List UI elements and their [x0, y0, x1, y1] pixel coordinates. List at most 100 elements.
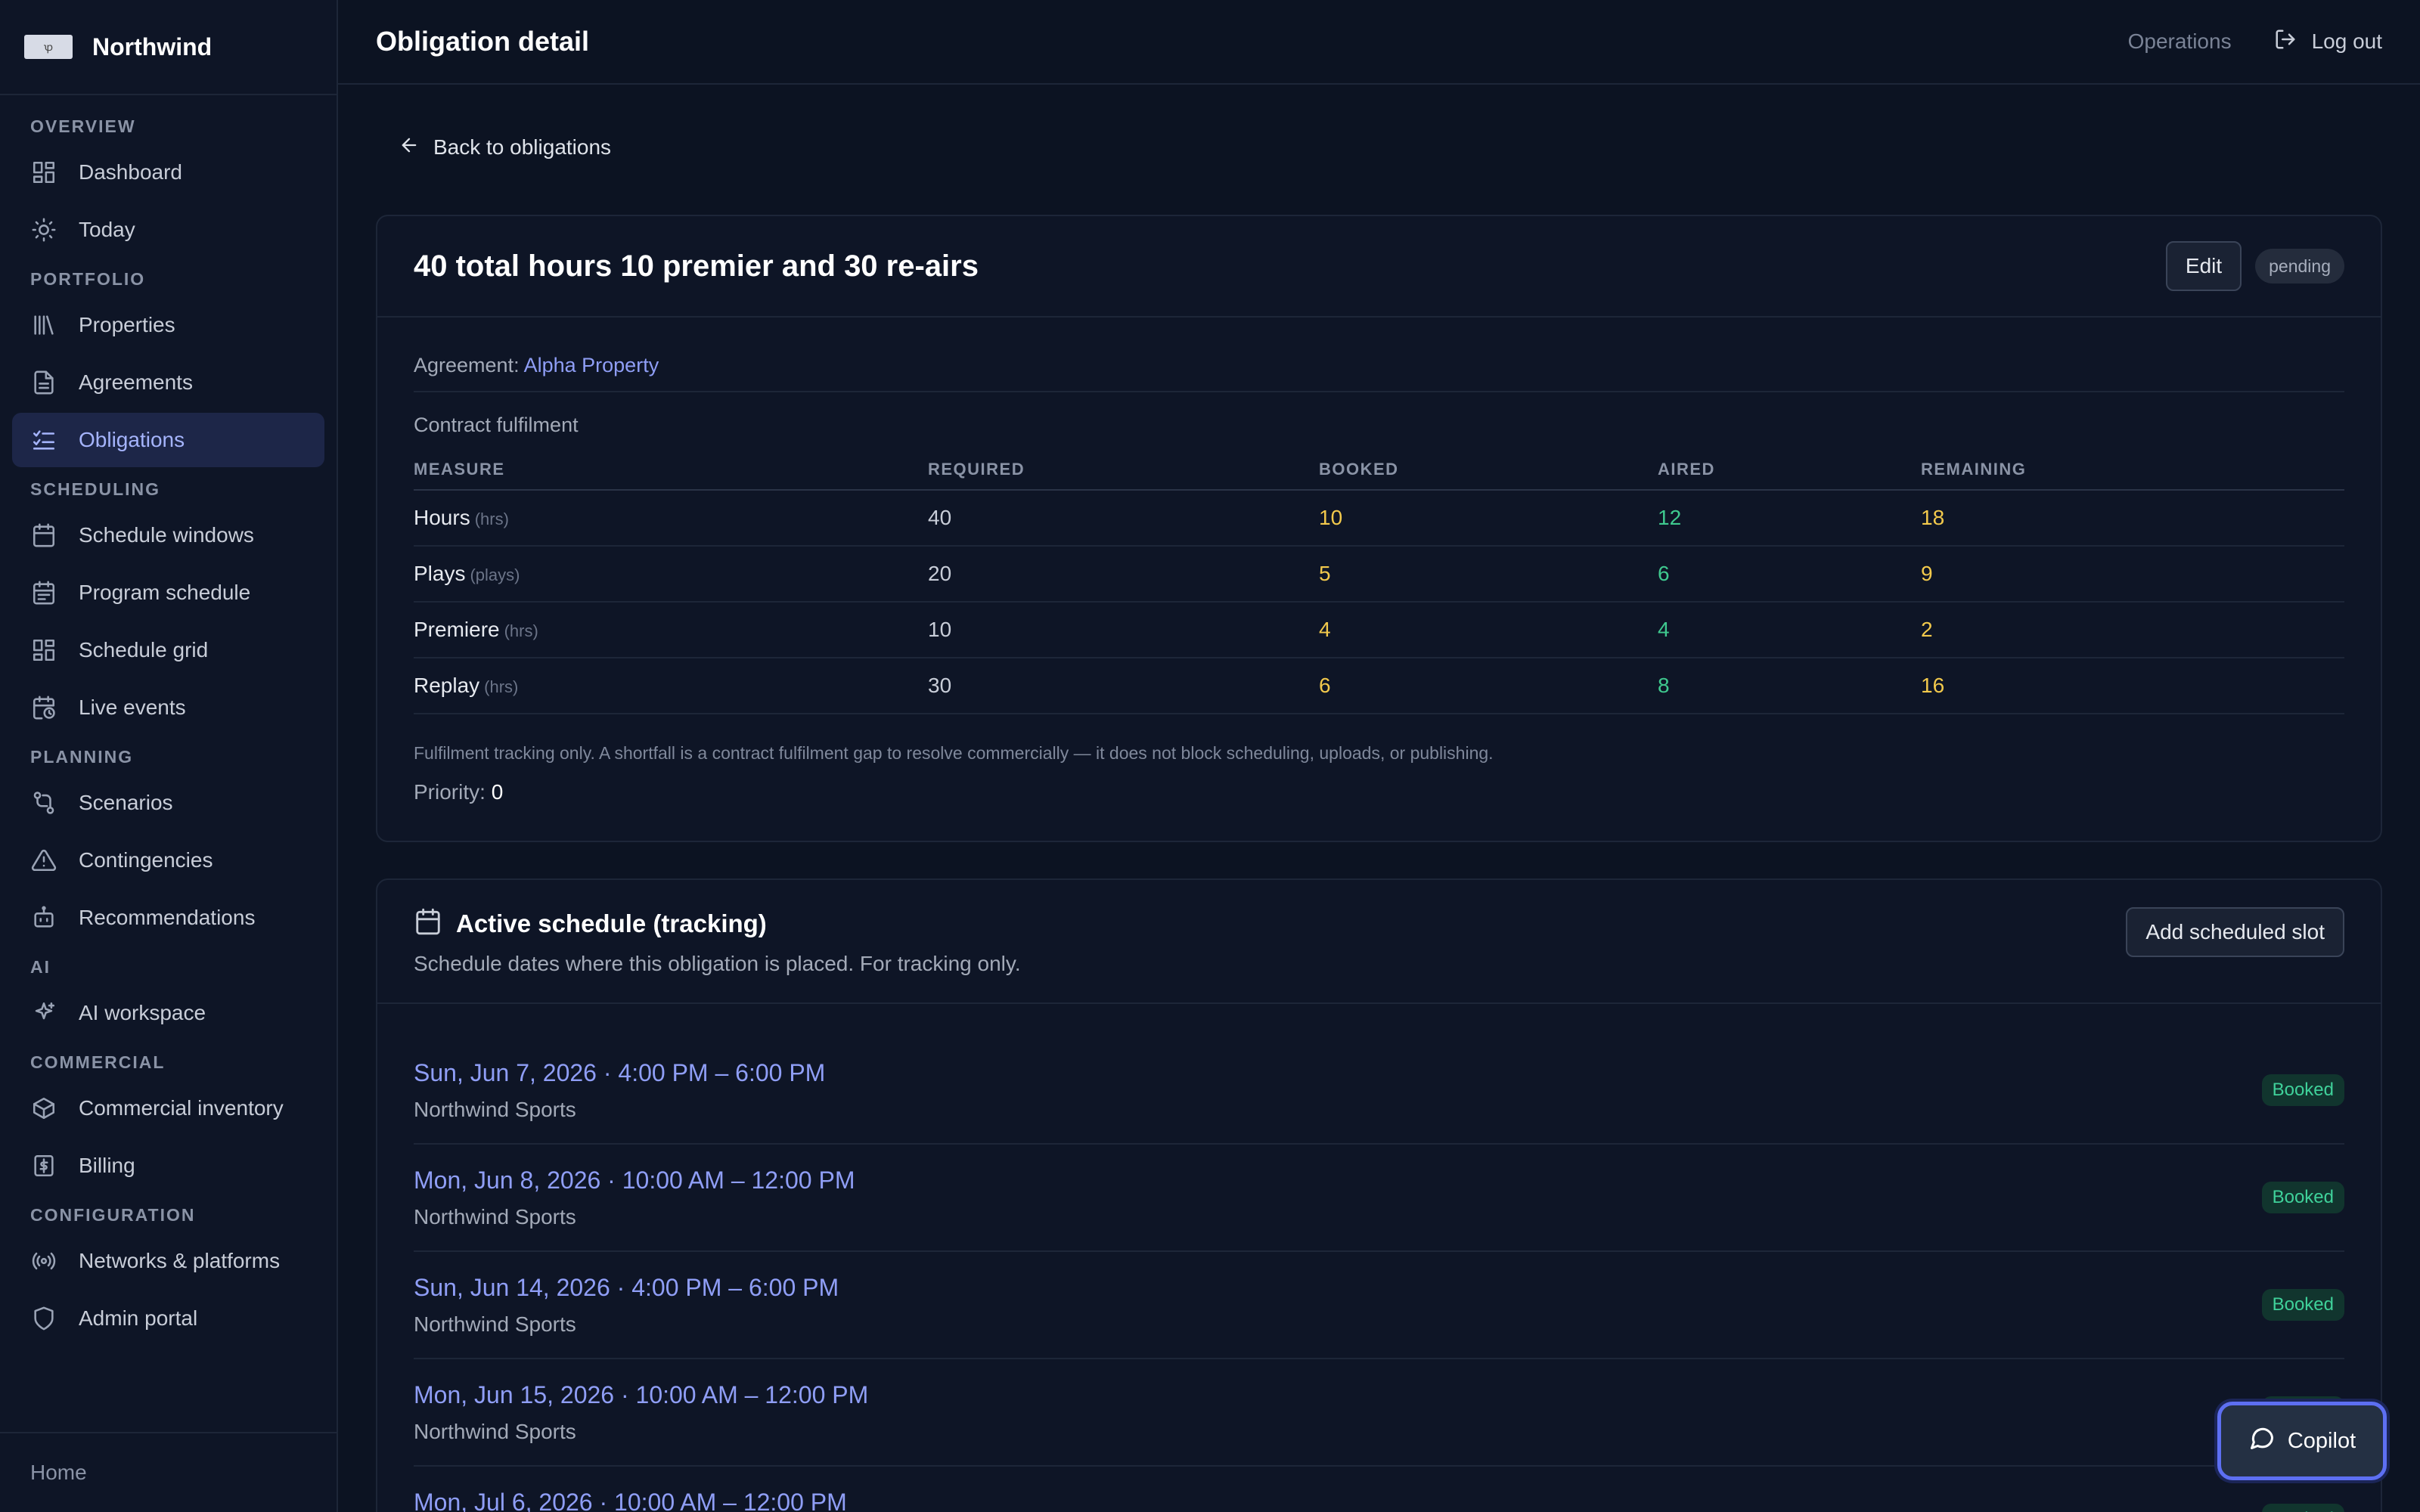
sidebar-item-label: Live events	[79, 696, 186, 719]
list-item[interactable]: Sun, Jun 7, 2026 · 4:00 PM – 6:00 PM Nort…	[414, 1037, 2344, 1145]
agreement-label: Agreement:	[414, 354, 520, 376]
sidebar-item-recommendations[interactable]: Recommendations	[12, 891, 324, 945]
package-icon	[30, 1095, 57, 1122]
sidebar-item-schedule-windows[interactable]: Schedule windows	[12, 508, 324, 562]
logo-icon: ꝕ	[24, 35, 73, 59]
slot-network: Northwind Sports	[414, 1204, 576, 1228]
sidebar-item-label: Contingencies	[79, 848, 213, 872]
nav-section-overview: OVERVIEW	[30, 116, 136, 136]
list-item[interactable]: Mon, Jun 8, 2026 · 10:00 AM – 12:00 PM No…	[414, 1145, 2344, 1252]
sidebar-item-networks-platforms[interactable]: Networks & platforms	[12, 1234, 324, 1288]
slot-datetime-link[interactable]: Mon, Jun 15, 2026 · 10:00 AM – 12:00 PM	[414, 1381, 868, 1409]
sidebar-item-label: Agreements	[79, 370, 193, 394]
cell-booked: 6	[1319, 658, 1658, 714]
sidebar-item-properties[interactable]: Properties	[12, 298, 324, 352]
fulfilment-table: MEASURE REQUIRED BOOKED AIRED REMAINING …	[414, 449, 2344, 714]
copilot-label: Copilot	[2287, 1428, 2356, 1453]
sidebar-item-program-schedule[interactable]: Program schedule	[12, 565, 324, 620]
schedule-card: Active schedule (tracking) Schedule date…	[376, 878, 2382, 1512]
slot-network: Northwind Sports	[414, 1097, 576, 1121]
cell-booked: 10	[1319, 490, 1658, 547]
schedule-subtitle: Schedule dates where this obligation is …	[414, 952, 1021, 975]
list-item[interactable]: Mon, Jun 15, 2026 · 10:00 AM – 12:00 PM N…	[414, 1359, 2344, 1467]
slot-datetime-link[interactable]: Mon, Jun 8, 2026 · 10:00 AM – 12:00 PM	[414, 1167, 855, 1194]
table-row: Premiere (hrs) 10 4 4 2	[414, 602, 2344, 658]
edit-button[interactable]: Edit	[2165, 241, 2242, 291]
page-title: Obligation detail	[376, 26, 590, 57]
col-measure: MEASURE	[414, 449, 928, 491]
cell-aired: 6	[1658, 546, 1921, 603]
slot-network: Northwind Sports	[414, 1312, 576, 1336]
document-icon	[30, 369, 57, 396]
sidebar-item-commercial-inventory[interactable]: Commercial inventory	[12, 1081, 324, 1136]
fulfilment-note: Fulfilment tracking only. A shortfall is…	[414, 743, 1494, 763]
arrow-left-icon	[399, 135, 420, 161]
nav-section-planning: PLANNING	[30, 746, 134, 767]
back-to-obligations-link[interactable]: Back to obligations	[376, 129, 2382, 166]
measure-name: Premiere	[414, 618, 500, 641]
calendar-list-icon	[30, 579, 57, 606]
sidebar-item-live-events[interactable]: Live events	[12, 680, 324, 735]
sidebar-item-label: AI workspace	[79, 1001, 206, 1024]
measure-unit: (hrs)	[484, 677, 519, 696]
sidebar-item-dashboard[interactable]: Dashboard	[12, 145, 324, 200]
status-badge: Booked	[2261, 1074, 2344, 1106]
list-item[interactable]: Mon, Jul 6, 2026 · 10:00 AM – 12:00 PMNo…	[414, 1467, 2344, 1512]
cell-measure: Hours (hrs)	[414, 490, 928, 547]
back-label: Back to obligations	[433, 135, 612, 159]
sidebar-item-agreements[interactable]: Agreements	[12, 355, 324, 410]
brand[interactable]: ꝕ Northwind	[0, 0, 337, 95]
logout-label: Log out	[2311, 29, 2382, 53]
table-row: Replay (hrs) 30 6 8 16	[414, 658, 2344, 714]
priority-row: Priority: 0	[414, 780, 2344, 804]
copilot-button[interactable]: Copilot	[2217, 1402, 2387, 1480]
sparkles-icon	[30, 999, 57, 1027]
status-badge: Booked	[2261, 1504, 2344, 1512]
cell-required: 40	[928, 490, 1319, 547]
status-badge: Booked	[2261, 1289, 2344, 1321]
sidebar-item-label: Schedule grid	[79, 638, 209, 662]
measure-name: Hours	[414, 506, 470, 529]
shield-icon	[30, 1305, 57, 1332]
obligation-card: 40 total hours 10 premier and 30 re-airs…	[376, 215, 2382, 842]
sidebar-item-billing[interactable]: Billing	[12, 1139, 324, 1193]
operations-link[interactable]: Operations	[2128, 29, 2232, 54]
calendar-icon	[414, 907, 442, 940]
priority-label: Priority:	[414, 780, 486, 804]
nav-section-commercial: COMMERCIAL	[30, 1052, 166, 1072]
sidebar-item-label: Today	[79, 218, 135, 241]
status-badge: pending	[2255, 249, 2344, 284]
slot-network: Northwind Sports	[414, 1419, 576, 1443]
cell-remaining: 16	[1921, 658, 2344, 714]
slot-datetime-link[interactable]: Sun, Jun 14, 2026 · 4:00 PM – 6:00 PM	[414, 1274, 839, 1302]
list-item[interactable]: Sun, Jun 14, 2026 · 4:00 PM – 6:00 PM Nor…	[414, 1252, 2344, 1359]
priority-value: 0	[491, 780, 504, 804]
bot-icon	[30, 904, 57, 931]
logout-icon	[2274, 28, 2297, 56]
sidebar-item-label: Program schedule	[79, 581, 251, 604]
logout-button[interactable]: Log out	[2274, 28, 2382, 56]
sidebar-item-obligations[interactable]: Obligations	[12, 413, 324, 467]
add-scheduled-slot-button[interactable]: Add scheduled slot	[2126, 907, 2344, 957]
slot-datetime-link[interactable]: Mon, Jul 6, 2026 · 10:00 AM – 12:00 PM	[414, 1489, 847, 1512]
sidebar-item-contingencies[interactable]: Contingencies	[12, 833, 324, 888]
obligation-title: 40 total hours 10 premier and 30 re-airs	[414, 249, 979, 283]
measure-name: Plays	[414, 562, 466, 585]
measure-name: Replay	[414, 674, 480, 697]
sidebar-item-admin-portal[interactable]: Admin portal	[12, 1291, 324, 1346]
cell-remaining: 18	[1921, 490, 2344, 547]
grid-icon	[30, 637, 57, 664]
sidebar-item-scenarios[interactable]: Scenarios	[12, 776, 324, 830]
agreement-link[interactable]: Alpha Property	[524, 354, 659, 376]
sidebar-item-schedule-grid[interactable]: Schedule grid	[12, 623, 324, 677]
col-remaining: REMAINING	[1921, 449, 2344, 491]
sidebar-item-ai-workspace[interactable]: AI workspace	[12, 986, 324, 1040]
slot-datetime-link[interactable]: Sun, Jun 7, 2026 · 4:00 PM – 6:00 PM	[414, 1059, 825, 1087]
sidebar-item-label: Billing	[79, 1154, 135, 1177]
col-required: REQUIRED	[928, 449, 1319, 491]
cell-aired: 8	[1658, 658, 1921, 714]
sidebar-footer-home[interactable]: Home	[0, 1432, 337, 1512]
sidebar-item-today[interactable]: Today	[12, 203, 324, 257]
measure-unit: (plays)	[470, 565, 520, 584]
sidebar-item-label: Properties	[79, 313, 175, 336]
